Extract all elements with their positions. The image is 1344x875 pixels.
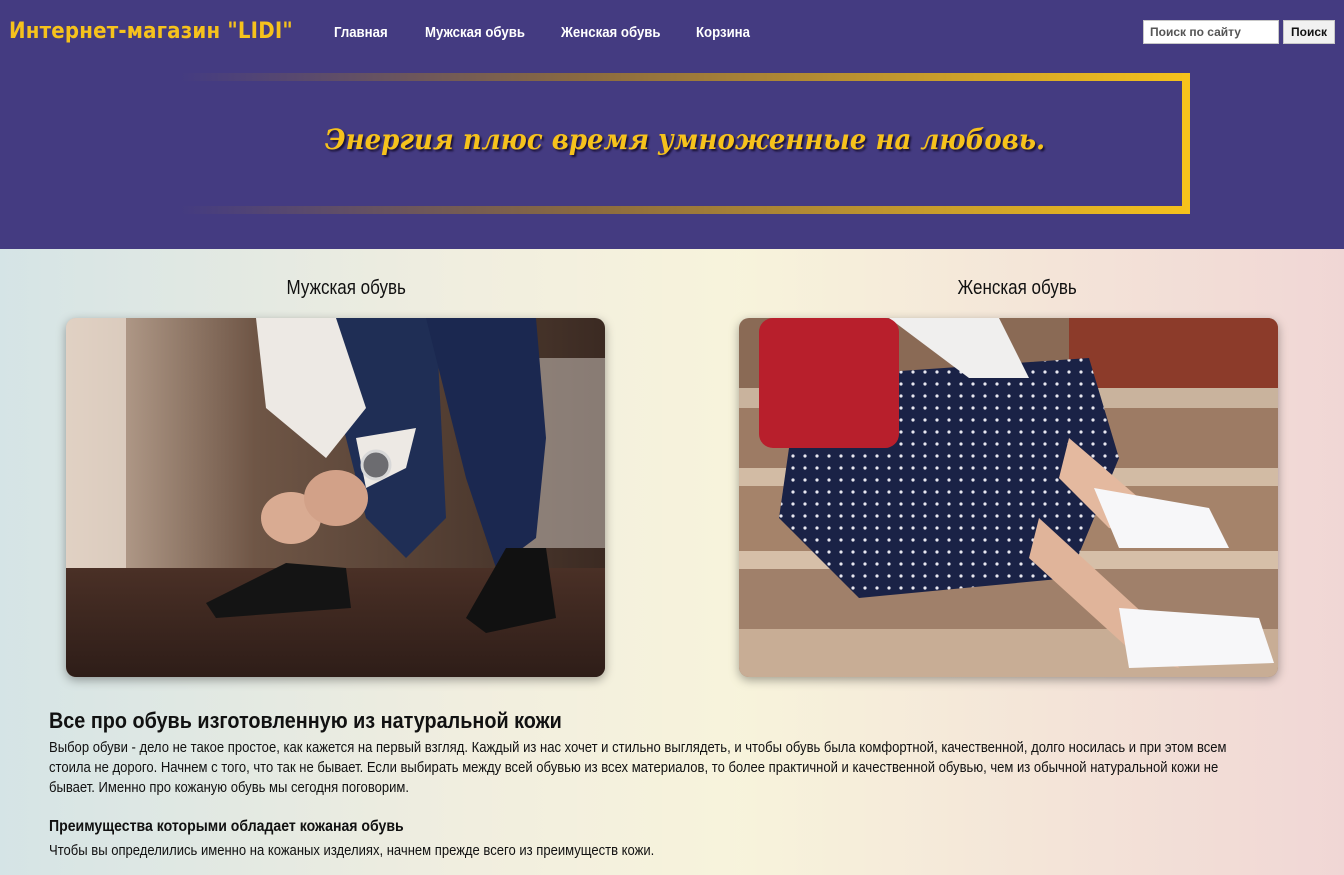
slogan-text: Энергия плюс время умноженные на любовь.: [324, 123, 1046, 156]
article-subtitle: Преимущества которыми обладает кожаная о…: [49, 818, 404, 835]
banner-border-top: [180, 73, 1190, 81]
article-subparagraph: Чтобы вы определились именно на кожаных …: [49, 842, 655, 859]
women-shoes-illustration: [739, 318, 1278, 677]
banner-border-right: [1182, 73, 1190, 214]
slogan-banner: Энергия плюс время умноженные на любовь.: [180, 73, 1190, 214]
article-paragraph: Выбор обуви - дело не такое простое, как…: [49, 739, 1227, 796]
nav-cart[interactable]: Корзина: [696, 24, 750, 41]
nav-home[interactable]: Главная: [334, 24, 388, 41]
men-category-title: Мужская обувь: [286, 277, 406, 299]
men-shoes-illustration: [66, 318, 605, 677]
men-shoes-photo[interactable]: [66, 318, 605, 677]
main-content: Мужская обувь Женская обувь Все про обув…: [0, 249, 1344, 875]
banner-border-bottom: [180, 206, 1190, 214]
article-title: Все про обувь изготовленную из натуральн…: [49, 708, 562, 733]
nav-men-shoes[interactable]: Мужская обувь: [425, 24, 525, 41]
nav-women-shoes[interactable]: Женская обувь: [561, 24, 661, 41]
women-category-title: Женская обувь: [957, 277, 1077, 299]
women-shoes-photo[interactable]: [739, 318, 1278, 677]
site-logo[interactable]: Интернет-магазин "LIDI": [9, 19, 293, 44]
site-header: Интернет-магазин "LIDI" Главная Мужская …: [0, 0, 1344, 249]
search-input[interactable]: [1143, 20, 1279, 44]
search-button[interactable]: Поиск: [1283, 20, 1335, 44]
